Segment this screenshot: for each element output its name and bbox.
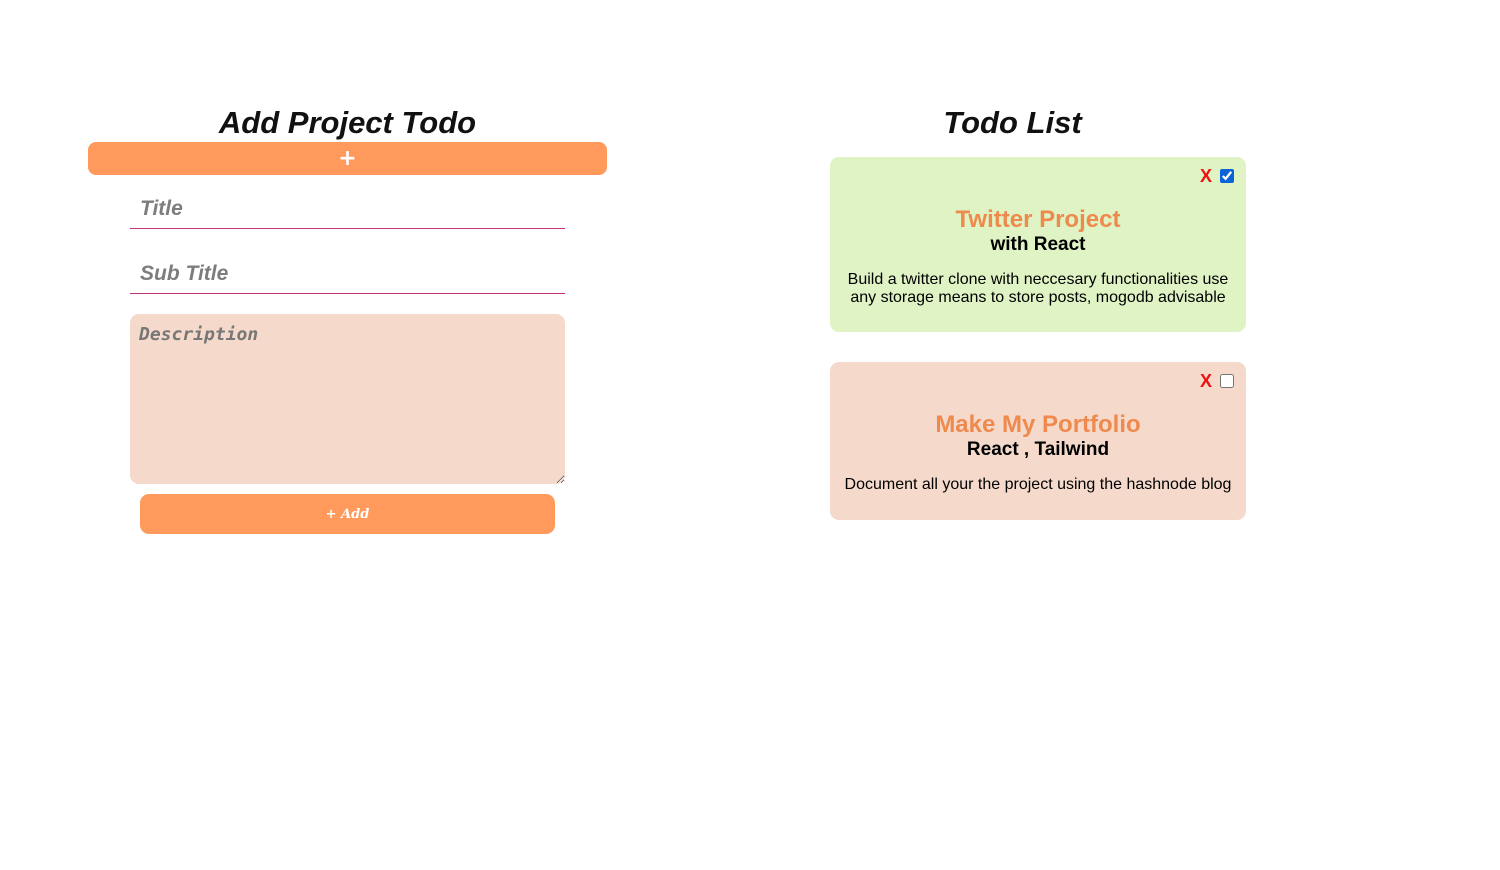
done-checkbox[interactable] xyxy=(1220,169,1234,183)
toggle-form-button[interactable]: + xyxy=(88,142,607,175)
todo-title: Make My Portfolio xyxy=(935,411,1141,438)
subtitle-input[interactable] xyxy=(130,254,565,294)
page: Add Project Todo + + Add Todo List X Twi… xyxy=(0,0,1500,870)
todo-list-panel: Todo List X Twitter Project with React B… xyxy=(830,104,1246,520)
add-project-form: + Add xyxy=(130,189,565,534)
add-project-heading: Add Project Todo xyxy=(218,105,477,140)
card-controls: X xyxy=(1200,167,1234,185)
title-input[interactable] xyxy=(130,189,565,229)
delete-todo-button[interactable]: X xyxy=(1200,372,1212,390)
todo-description: Document all your the project using the … xyxy=(844,476,1232,493)
todo-list-heading: Todo List xyxy=(943,105,1082,140)
add-todo-button[interactable]: + Add xyxy=(140,494,555,534)
delete-todo-button[interactable]: X xyxy=(1200,167,1212,185)
todo-subtitle: with React xyxy=(990,234,1086,255)
description-textarea[interactable] xyxy=(130,314,565,484)
todo-description: Build a twitter clone with neccesary fun… xyxy=(847,271,1229,306)
todo-card: X Make My Portfolio React , Tailwind Doc… xyxy=(830,362,1246,520)
done-checkbox[interactable] xyxy=(1220,374,1234,388)
add-project-panel: Add Project Todo + + Add xyxy=(88,104,607,534)
todo-title: Twitter Project xyxy=(955,206,1121,233)
card-controls: X xyxy=(1200,372,1234,390)
todo-card: X Twitter Project with React Build a twi… xyxy=(830,157,1246,332)
todo-subtitle: React , Tailwind xyxy=(966,439,1110,460)
